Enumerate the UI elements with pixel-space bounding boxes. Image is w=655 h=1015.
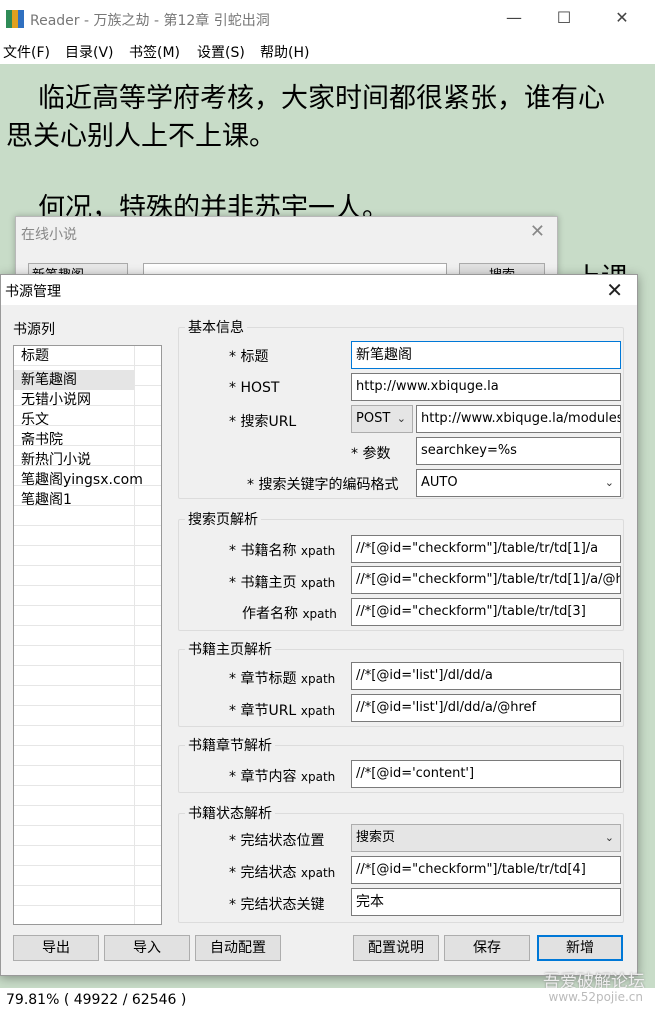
online-novel-dialog: 在线小说 ✕ 新笔趣阁 搜索 <box>15 216 558 285</box>
config-help-button[interactable]: 配置说明 <box>353 935 439 961</box>
state-keyword-input[interactable]: 完本 <box>351 888 621 916</box>
state-position-value: 搜索页 <box>356 830 396 845</box>
import-button[interactable]: 导入 <box>104 935 190 961</box>
group-title: 书籍章节解析 <box>185 735 275 755</box>
chevron-down-icon: ⌄ <box>604 476 614 489</box>
source-list-label: 书源列 <box>13 322 55 338</box>
group-title: 搜索页解析 <box>185 509 261 529</box>
minimize-icon[interactable]: — <box>504 8 524 28</box>
author-xpath-input[interactable]: //*[@id="checkform"]/table/tr/td[3] <box>351 598 621 626</box>
chapter-url-xpath-input[interactable]: //*[@id='list']/dl/dd/a/@href <box>351 694 621 722</box>
field-label: * 搜索关键字的编码格式 <box>247 477 399 493</box>
window-title: Reader - 万族之劫 - 第12章 引蛇出洞 <box>30 13 270 29</box>
group-chapter: 书籍章节解析 * 章节内容 xpath //*[@id='content'] <box>178 735 624 793</box>
book-home-xpath-input[interactable]: //*[@id="checkform"]/table/tr/td[1]/a/@h… <box>351 566 621 594</box>
dialog-title: 书源管理 <box>5 284 61 300</box>
chapter-title-xpath-input[interactable]: //*[@id='list']/dl/dd/a <box>351 662 621 690</box>
group-basic-info: 基本信息 * 标题 新笔趣阁 * HOST http://www.xbiquge… <box>178 317 624 499</box>
field-label: 作者名称 xpath <box>242 606 337 622</box>
menu-toc[interactable]: 目录(V) <box>65 42 114 62</box>
field-label: * 书籍主页 xpath <box>229 575 336 591</box>
state-position-select[interactable]: 搜索页 ⌄ <box>351 824 621 852</box>
group-title: 书籍状态解析 <box>185 803 275 823</box>
group-title: 基本信息 <box>185 317 247 337</box>
field-label: * 参数 <box>351 446 391 462</box>
group-home-page: 书籍主页解析 * 章节标题 xpath //*[@id='list']/dl/d… <box>178 639 624 727</box>
method-select[interactable]: POST ⌄ <box>351 405 413 433</box>
add-button[interactable]: 新增 <box>537 935 623 961</box>
param-input[interactable]: searchkey=%s <box>416 437 621 465</box>
menu-bar: 文件(F) 目录(V) 书签(M) 设置(S) 帮助(H) <box>0 38 655 64</box>
title-input[interactable]: 新笔趣阁 <box>351 341 621 369</box>
menu-settings[interactable]: 设置(S) <box>197 42 245 62</box>
export-button[interactable]: 导出 <box>13 935 99 961</box>
field-label: * 章节标题 xpath <box>229 671 336 687</box>
group-search-page: 搜索页解析 * 书籍名称 xpath //*[@id="checkform"]/… <box>178 509 624 631</box>
state-xpath-input[interactable]: //*[@id="checkform"]/table/tr/td[4] <box>351 856 621 884</box>
chevron-down-icon: ⌄ <box>396 412 406 425</box>
group-state: 书籍状态解析 * 完结状态位置 搜索页 ⌄ * 完结状态 xpath //*[@… <box>178 803 624 923</box>
book-name-xpath-input[interactable]: //*[@id="checkform"]/table/tr/td[1]/a <box>351 535 621 563</box>
field-label: * 搜索URL <box>229 414 297 430</box>
list-item[interactable]: 笔趣阁1 <box>14 490 134 510</box>
host-input[interactable]: http://www.xbiquge.la <box>351 373 621 401</box>
online-dialog-title: 在线小说 <box>21 227 77 243</box>
dialog-titlebar: 书源管理 ✕ <box>1 275 637 305</box>
book-icon <box>6 10 24 28</box>
menu-help[interactable]: 帮助(H) <box>260 42 309 62</box>
field-label: * 章节内容 xpath <box>229 769 336 785</box>
close-icon[interactable]: ✕ <box>606 278 623 302</box>
list-column-divider <box>134 346 135 924</box>
watermark-url: www.52pojie.cn <box>548 990 643 1004</box>
field-label: * HOST <box>229 380 280 396</box>
list-item[interactable]: 新笔趣阁 <box>14 370 134 390</box>
close-icon[interactable]: ✕ <box>612 8 632 28</box>
window-titlebar: Reader - 万族之劫 - 第12章 引蛇出洞 — ☐ ✕ <box>0 0 655 38</box>
list-item[interactable]: 无错小说网 <box>14 390 134 410</box>
group-title: 书籍主页解析 <box>185 639 275 659</box>
menu-bookmark[interactable]: 书签(M) <box>129 42 180 62</box>
field-label: * 完结状态位置 <box>229 833 325 849</box>
list-header: 标题 <box>21 348 49 364</box>
encoding-value: AUTO <box>421 475 458 490</box>
list-item[interactable]: 乐文 <box>14 410 134 430</box>
field-label: * 完结状态 xpath <box>229 865 336 881</box>
auto-config-button[interactable]: 自动配置 <box>195 935 281 961</box>
field-label: * 完结状态关键 <box>229 897 325 913</box>
list-item[interactable]: 笔趣阁yingsx.com <box>14 470 143 490</box>
chevron-down-icon: ⌄ <box>604 831 614 844</box>
content-xpath-input[interactable]: //*[@id='content'] <box>351 760 621 788</box>
source-manager-dialog: 书源管理 ✕ 书源列 标题 新笔趣阁 无错小说网 乐文 斋书院 新热门小说 笔趣… <box>0 274 638 976</box>
reader-line: 临近高等学府考核，大家时间都很紧张，谁有心 <box>38 83 605 114</box>
menu-file[interactable]: 文件(F) <box>3 42 50 62</box>
maximize-icon[interactable]: ☐ <box>554 8 574 28</box>
source-list[interactable]: 标题 新笔趣阁 无错小说网 乐文 斋书院 新热门小说 笔趣阁yingsx.com… <box>13 345 162 925</box>
search-url-input[interactable]: http://www.xbiquge.la/modules/ar <box>416 405 621 433</box>
reading-progress: 79.81% ( 49922 / 62546 ) <box>6 992 187 1008</box>
list-item[interactable]: 新热门小说 <box>14 450 134 470</box>
method-value: POST <box>356 411 391 426</box>
encoding-select[interactable]: AUTO ⌄ <box>416 469 621 497</box>
field-label: * 章节URL xpath <box>229 703 336 719</box>
field-label: * 标题 <box>229 349 269 365</box>
field-label: * 书籍名称 xpath <box>229 543 336 559</box>
reader-line: 思关心别人上不上课。 <box>6 121 276 152</box>
list-item[interactable]: 斋书院 <box>14 430 134 450</box>
close-icon[interactable]: ✕ <box>530 221 545 242</box>
save-button[interactable]: 保存 <box>444 935 530 961</box>
